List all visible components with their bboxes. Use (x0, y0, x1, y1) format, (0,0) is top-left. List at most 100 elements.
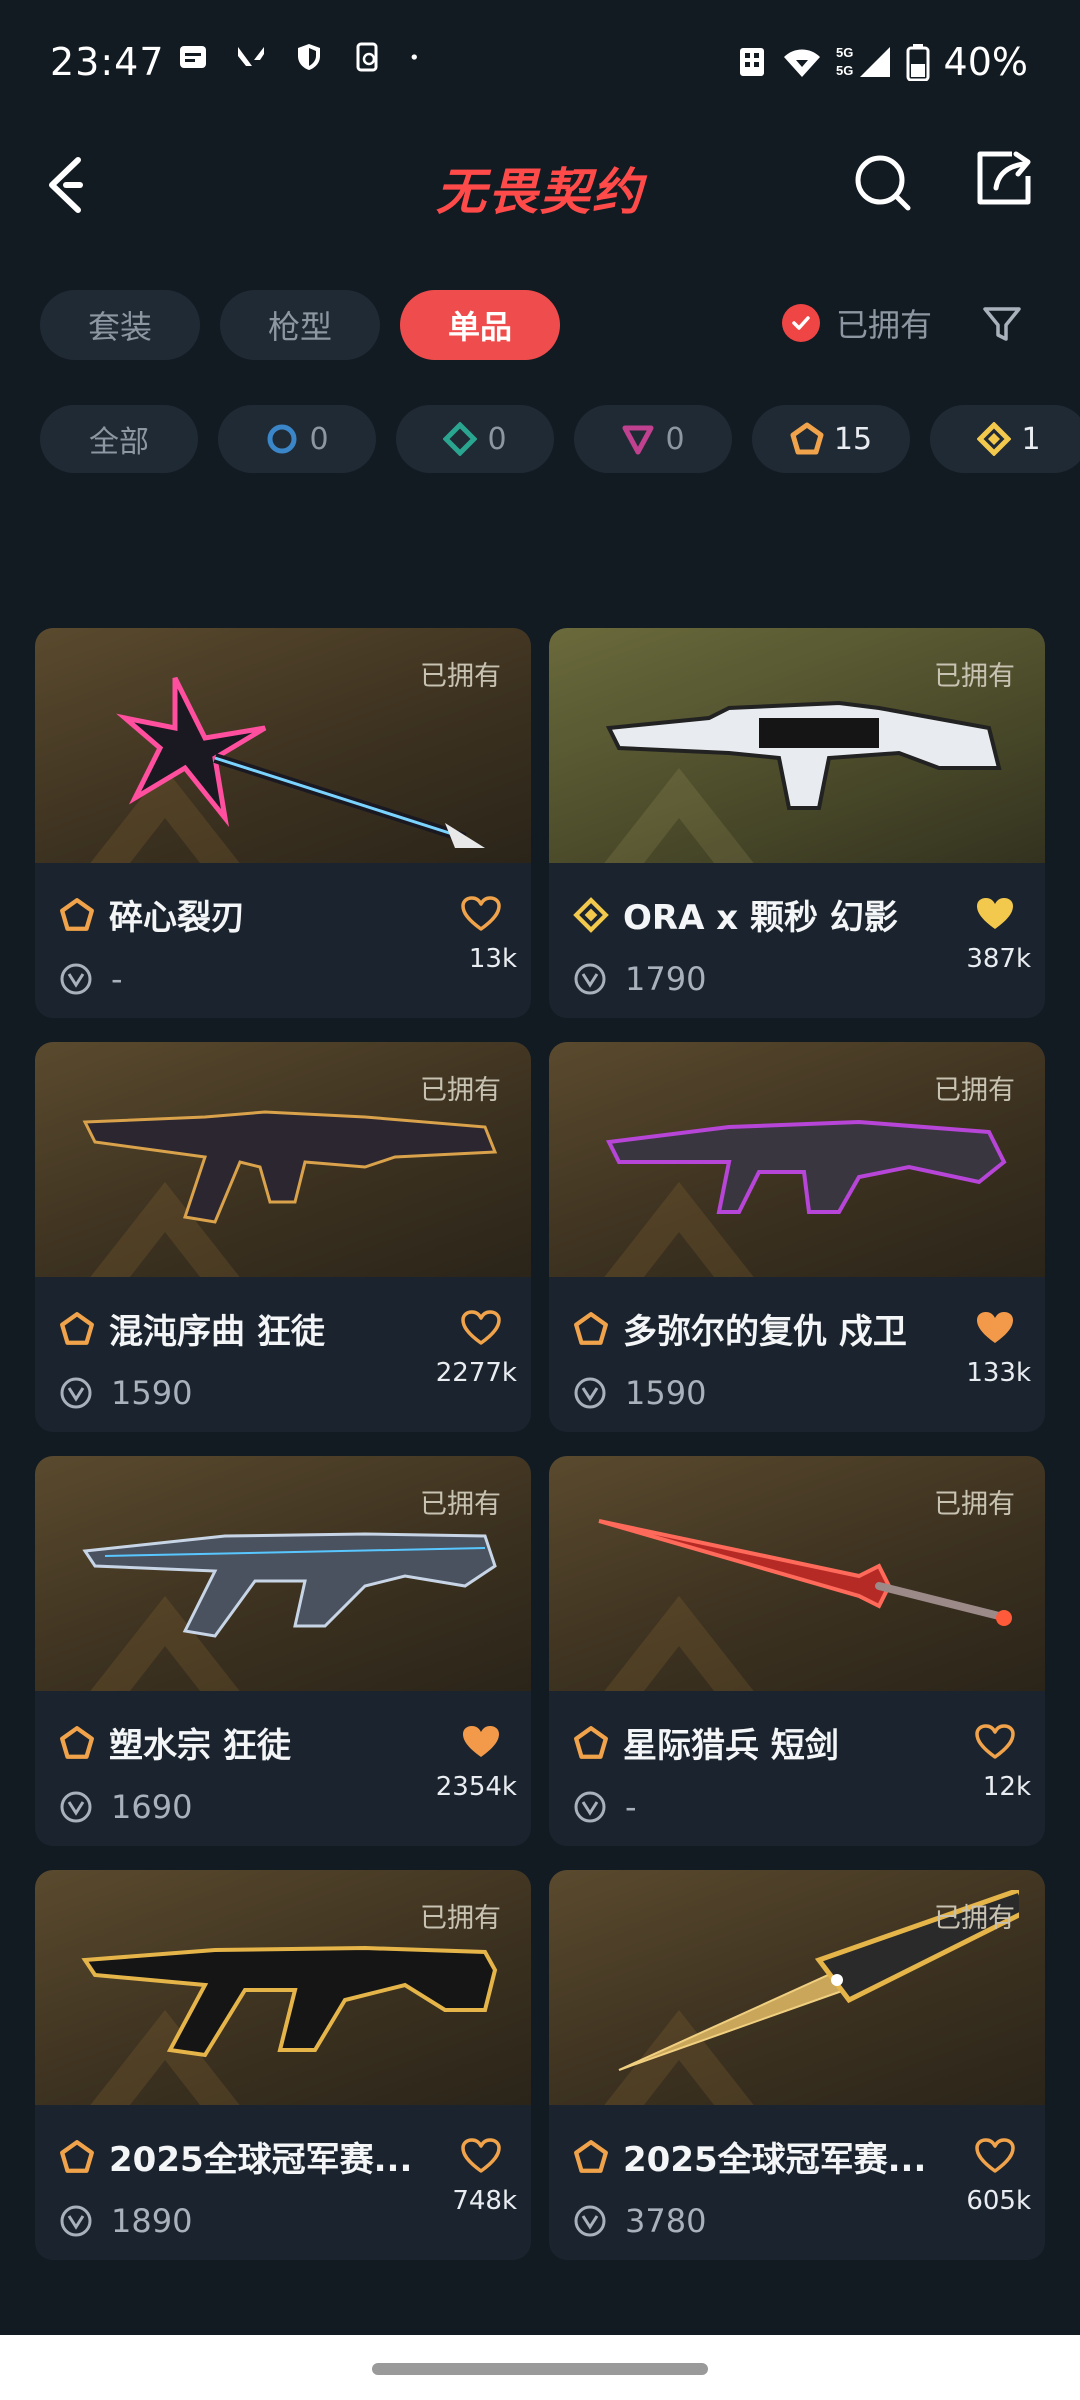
ultra-tier-icon (573, 896, 609, 933)
chip-select[interactable]: 0 (218, 405, 376, 473)
chip-all-label: 全部 (89, 425, 149, 460)
favorite-outline-icon[interactable] (461, 896, 501, 932)
category-tabs: 套装 枪型 单品 (40, 290, 560, 360)
status-icons-left (178, 42, 426, 72)
item-image: 已拥有 (549, 1456, 1045, 1691)
chip-ultra-count: 1 (1021, 421, 1041, 457)
item-title-row: 碎心裂刃 (59, 890, 511, 939)
owned-filter-label: 已拥有 (836, 306, 933, 344)
svg-text:5G: 5G (836, 63, 853, 78)
chip-select-count: 0 (309, 421, 329, 457)
item-name: 多弥尔的复仇 戍卫 (623, 1312, 907, 1352)
exclusive-tier-icon (60, 2139, 94, 2173)
share-button[interactable] (972, 146, 1036, 210)
app-header: 无畏契约 (0, 130, 1080, 240)
item-likes: 12k (982, 1772, 1031, 1802)
ultra-tier-icon (977, 422, 1012, 456)
item-card[interactable]: 已拥有 碎心裂刃 - 13k (35, 628, 531, 1018)
item-title-row: 多弥尔的复仇 戍卫 (573, 1304, 1025, 1353)
price-row: 3780 (573, 2202, 706, 2240)
item-likes: 133k (966, 1358, 1031, 1388)
item-card[interactable]: 已拥有 2025全球冠军赛... 3780 605k (549, 1870, 1045, 2260)
item-likes: 748k (452, 2186, 517, 2216)
favorite-outline-icon[interactable] (461, 1310, 501, 1346)
item-likes: 605k (966, 2186, 1031, 2216)
price-row: 1590 (59, 1374, 192, 1412)
item-card[interactable]: 已拥有 星际猎兵 短剑 - 12k (549, 1456, 1045, 1846)
tab-single-items[interactable]: 单品 (400, 290, 560, 360)
item-price: 1890 (111, 2202, 193, 2240)
item-card[interactable]: 已拥有 2025全球冠军赛... 1890 748k (35, 1870, 531, 2260)
item-card[interactable]: 已拥有 塑水宗 狂徒 1690 2354k (35, 1456, 531, 1846)
favorite-filled-icon[interactable] (461, 1724, 501, 1760)
vibrate-icon (739, 48, 764, 76)
vp-currency-icon (60, 1791, 92, 1823)
price-row: 1590 (573, 1374, 706, 1412)
item-card[interactable]: 已拥有 混沌序曲 狂徒 1590 2277k (35, 1042, 531, 1432)
tab-weapon-type[interactable]: 枪型 (220, 290, 380, 360)
chip-exclusive-count: 15 (833, 421, 873, 457)
chip-all[interactable]: 全部 (40, 405, 198, 473)
item-likes: 13k (468, 944, 517, 974)
item-grid: 1590 288k 1590 320k 已拥有 碎心裂刃 (0, 505, 1080, 2335)
item-image: 已拥有 (35, 1042, 531, 1277)
exclusive-tier-icon (790, 422, 824, 455)
exclusive-tier-icon (574, 1311, 608, 1345)
vp-currency-icon (574, 1791, 606, 1823)
chip-premium[interactable]: 0 (574, 405, 732, 473)
signal-5g-icon: 5G5G (836, 45, 890, 78)
favorite-outline-icon[interactable] (975, 2138, 1015, 2174)
owned-badge: 已拥有 (934, 1075, 1015, 1106)
item-name: 碎心裂刃 (109, 898, 245, 938)
item-title-row: ORA x 颗秒 幻影 (573, 890, 1025, 939)
message-icon (180, 46, 206, 68)
price-row: 1790 (573, 960, 706, 998)
owned-badge: 已拥有 (420, 1489, 501, 1520)
wifi-icon (783, 49, 820, 77)
rarity-chips: 全部 0 0 0 15 1 (40, 405, 1080, 473)
vp-currency-icon (574, 2205, 606, 2237)
exclusive-tier-icon (574, 1725, 608, 1759)
owned-badge: 已拥有 (420, 1075, 501, 1106)
favorite-filled-icon[interactable] (975, 896, 1015, 932)
item-name: 2025全球冠军赛... (109, 2140, 413, 2180)
chip-deluxe[interactable]: 0 (396, 405, 554, 473)
owned-filter-toggle[interactable]: 已拥有 (782, 300, 932, 346)
item-price: 1790 (625, 960, 707, 998)
item-title-row: 2025全球冠军赛... (59, 2132, 511, 2181)
item-title-row: 星际猎兵 短剑 (573, 1718, 1025, 1767)
select-tier-icon (267, 424, 297, 454)
price-row: - (59, 960, 123, 998)
item-name: 混沌序曲 狂徒 (109, 1312, 325, 1352)
item-price: - (625, 1788, 637, 1826)
chip-deluxe-count: 0 (487, 421, 507, 457)
favorite-outline-icon[interactable] (975, 1724, 1015, 1760)
item-price: 3780 (625, 2202, 707, 2240)
item-card[interactable]: 已拥有 ORA x 颗秒 幻影 1790 387k (549, 628, 1045, 1018)
home-indicator[interactable] (372, 2363, 708, 2375)
system-nav-bar (0, 2335, 1080, 2400)
item-price: 1590 (625, 1374, 707, 1412)
item-card[interactable]: 已拥有 多弥尔的复仇 戍卫 1590 133k (549, 1042, 1045, 1432)
tab-bundles[interactable]: 套装 (40, 290, 200, 360)
exclusive-tier-icon (60, 1311, 94, 1345)
price-row: - (573, 1788, 637, 1826)
owned-badge: 已拥有 (934, 1903, 1015, 1934)
filter-icon[interactable] (982, 304, 1022, 344)
search-button[interactable] (850, 150, 914, 214)
item-image: 已拥有 (549, 628, 1045, 863)
checkmark-icon (782, 304, 820, 342)
vp-currency-icon (60, 963, 92, 995)
chip-ultra[interactable]: 1 (930, 405, 1080, 473)
item-title-row: 2025全球冠军赛... (573, 2132, 1025, 2181)
battery-icon (906, 44, 930, 81)
favorite-outline-icon[interactable] (461, 2138, 501, 2174)
item-price: - (111, 960, 123, 998)
favorite-filled-icon[interactable] (975, 1310, 1015, 1346)
svg-text:5G: 5G (836, 45, 853, 60)
chip-exclusive[interactable]: 15 (752, 405, 910, 473)
shield-icon (298, 44, 320, 70)
item-name: ORA x 颗秒 幻影 (623, 898, 898, 938)
premium-tier-icon (622, 425, 654, 455)
phone-sync-icon (356, 42, 378, 72)
